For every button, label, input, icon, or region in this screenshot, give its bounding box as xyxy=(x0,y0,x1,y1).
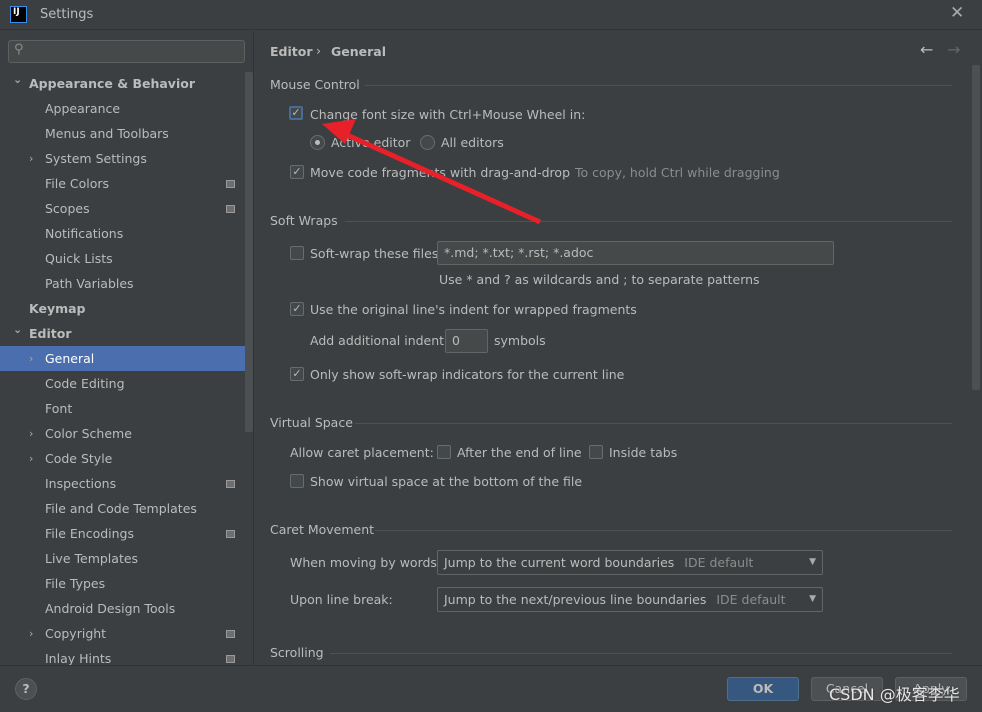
arrow-shaft xyxy=(343,131,542,225)
arrow-head xyxy=(322,119,356,144)
annotation-arrow xyxy=(322,119,542,225)
